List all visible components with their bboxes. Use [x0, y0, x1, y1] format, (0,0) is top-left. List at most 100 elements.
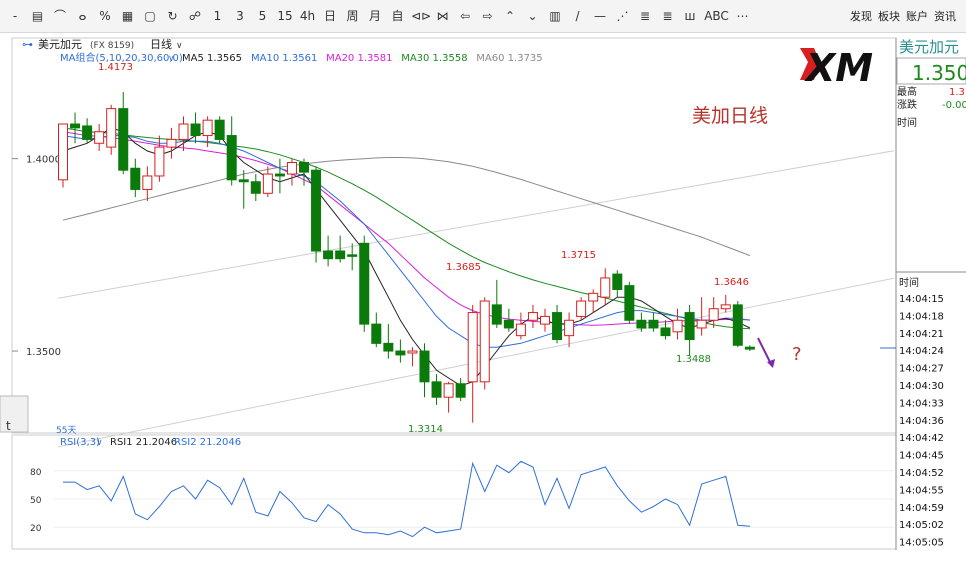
toolbar-tool-2[interactable]: ⌒	[51, 7, 69, 25]
toolbar-tool-18[interactable]: ⊲⊳	[411, 7, 431, 25]
toolbar-tool-24[interactable]: ▥	[546, 7, 564, 25]
ma-legend-item-0: MA5 1.3565	[182, 53, 242, 64]
toolbar-tool-25[interactable]: /	[569, 7, 587, 25]
toolbar-tool-20[interactable]: ⇦	[456, 7, 474, 25]
candle-body-15	[238, 179, 249, 183]
candle-body-42	[564, 319, 575, 337]
toolbar-tool-27[interactable]: ⋰	[614, 7, 632, 25]
xm-logo: XM	[794, 42, 882, 90]
low-price-label: 1.3314	[408, 424, 443, 435]
time-entry-14: 14:05:05	[899, 538, 944, 549]
candle-body-45	[600, 277, 611, 298]
toolbar-tool-13[interactable]: 4h	[299, 7, 317, 25]
quote-time-label: 时间	[897, 116, 917, 129]
toolbar-tool-6[interactable]: ▢	[141, 7, 159, 25]
rsi1-value: RSI1 21.2046	[110, 437, 177, 448]
candle-body-51	[672, 319, 683, 333]
candle-body-9	[166, 138, 177, 148]
candle-body-41	[552, 312, 563, 340]
quote-high-value: 1.3	[949, 87, 965, 98]
toolbar-tool-1[interactable]: ▤	[29, 7, 47, 25]
price-panel	[11, 37, 897, 434]
right-peak-label: 1.3646	[714, 277, 749, 288]
candle-body-18	[274, 173, 285, 177]
candle-body-23	[335, 250, 346, 260]
period-select[interactable]: 日线	[150, 37, 172, 51]
candle-body-55	[720, 304, 731, 310]
toolbar-tool-11[interactable]: 5	[254, 7, 272, 25]
candle-body-43	[576, 300, 587, 317]
toolbar-tool-8[interactable]: ☍	[186, 7, 204, 25]
toolbar-tool-3[interactable]: ⴰ	[74, 7, 92, 25]
toolbar-tool-7[interactable]: ↻	[164, 7, 182, 25]
time-list: 14:04:15 14:04:18 14:04:21 14:04:24 14:04:27…	[899, 294, 944, 549]
toolbar-tool-19[interactable]: ⋈	[434, 7, 452, 25]
candle-body-36	[491, 304, 502, 325]
ma-legend-item-3: MA30 1.3558	[401, 53, 467, 64]
candle-body-40	[540, 315, 550, 325]
candle-body-8	[154, 146, 165, 177]
toolbar-tool-26[interactable]: —	[591, 7, 609, 25]
candle-21	[311, 166, 322, 263]
toolbar-tool-16[interactable]: 月	[366, 7, 384, 25]
toolbar-tool-15[interactable]: 周	[344, 7, 362, 25]
ma-legend-chevron-icon[interactable]: ∨	[168, 54, 175, 64]
candle-body-7	[142, 175, 153, 190]
candle-body-50	[660, 327, 671, 337]
candle-body-44	[588, 292, 599, 302]
menu-2[interactable]: 账户	[906, 8, 928, 24]
candle-56	[732, 301, 743, 348]
candle-body-19	[286, 162, 297, 175]
toolbar-tool-12[interactable]: 15	[276, 7, 294, 25]
candle-body-47	[624, 285, 635, 321]
candle-body-39	[527, 312, 538, 321]
toolbar-tool-17[interactable]: 自	[389, 7, 407, 25]
toolbar-tool-14[interactable]: 日	[321, 7, 339, 25]
menu-0[interactable]: 发现	[850, 8, 872, 24]
time-entry-3: 14:04:24	[899, 346, 944, 357]
time-entry-6: 14:04:33	[899, 398, 944, 409]
menu-1[interactable]: 板块	[878, 8, 900, 24]
rsi-chevron-icon[interactable]: ∨	[96, 438, 103, 448]
toolbar-tool-29[interactable]: ≣	[659, 7, 677, 25]
candle-body-22	[323, 250, 334, 260]
trough-price-label: 1.3488	[676, 354, 711, 365]
toolbar-tool-0[interactable]: -	[6, 7, 24, 25]
symbol-code: (FX 8159)	[90, 41, 134, 51]
candle-body-2	[82, 125, 93, 140]
time-entry-12: 14:04:59	[899, 503, 944, 514]
candle-0	[58, 123, 68, 188]
toolbar-tool-21[interactable]: ⇨	[479, 7, 497, 25]
toolbar-tool-31[interactable]: ABC	[704, 7, 730, 25]
candle-body-26	[371, 323, 382, 344]
toolbar-tool-23[interactable]: ⌄	[524, 7, 542, 25]
menu-3[interactable]: 资讯	[934, 8, 956, 24]
toolbar-tool-28[interactable]: ≣	[636, 7, 654, 25]
toolbar-tool-9[interactable]: 1	[209, 7, 227, 25]
toolbar-tool-32[interactable]: ⋯	[734, 7, 752, 25]
toolbar-tool-4[interactable]: %	[96, 7, 114, 25]
logo-text: XM	[804, 46, 873, 90]
toolbar: - ▤ ⌒ ⴰ% ▦ ▢ ↻ ☍ 1 3 5 15 4h 日周月自 ⊲⊳ ⋈ ⇦ ⇨ ⌃ ⌄ ▥ / — ⋰ ≣ ≣ ш ABC ⋯ 发…	[0, 0, 966, 33]
time-entry-13: 14:05:02	[899, 520, 944, 531]
candle-body-12	[202, 119, 213, 137]
toolbar-tool-22[interactable]: ⌃	[501, 7, 519, 25]
symbol-title: 美元加元	[38, 38, 82, 51]
time-panel-header: 时间	[899, 276, 919, 289]
price-tick-1: 1.3500	[26, 347, 61, 358]
time-entry-0: 14:04:15	[899, 294, 944, 305]
side-tab[interactable]	[0, 395, 29, 433]
time-entry-4: 14:04:27	[899, 364, 944, 375]
ma-legend-item-1: MA10 1.3561	[251, 53, 317, 64]
toolbar-tool-5[interactable]: ▦	[119, 7, 137, 25]
question-mark: ?	[792, 344, 802, 365]
rsi-label[interactable]: RSI(3,3)	[60, 437, 100, 448]
toolbar-tool-30[interactable]: ш	[681, 7, 699, 25]
candle-body-49	[648, 319, 659, 329]
chart-area: t ⊶ 美元加元 (FX 8159) 日线 ∨ MA组合(5,10,20,30,…	[0, 37, 966, 550]
time-entry-1: 14:04:18	[899, 311, 944, 322]
quote-change-label: 涨跌	[897, 98, 917, 111]
toolbar-tool-10[interactable]: 3	[231, 7, 249, 25]
candle-body-6	[130, 167, 141, 190]
period-chevron-icon[interactable]: ∨	[176, 41, 183, 51]
